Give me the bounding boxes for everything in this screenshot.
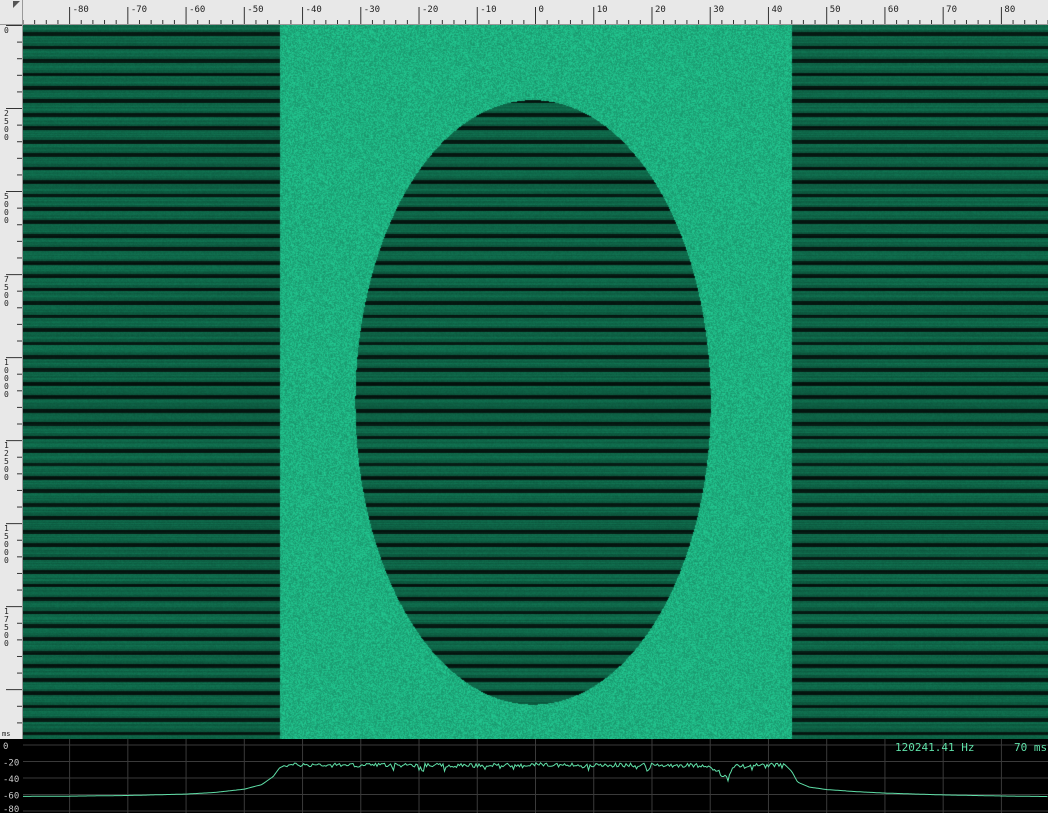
spectrum-db-tick-label: 0 — [3, 742, 8, 752]
freq-tick-label: 50 — [830, 5, 841, 15]
freq-tick-label: -50 — [247, 5, 263, 15]
spectrogram-canvas[interactable] — [23, 25, 1048, 739]
freq-tick-label: 20 — [655, 5, 666, 15]
spectrum-db-tick-label: -60 — [3, 792, 19, 802]
freq-tick-label: 40 — [771, 5, 782, 15]
freq-tick-label: 60 — [888, 5, 899, 15]
time-tick-label: 5000 — [4, 192, 9, 225]
time-tick-label: 2500 — [4, 109, 9, 142]
spectrum-db-tick-label: -80 — [3, 805, 19, 813]
time-tick-label: 17500 — [4, 607, 9, 648]
spectrogram-window: -80 -70 -60 -50 -40 -30 -20 -10 0 10 20 30 40 50 60 70 8… — [0, 0, 1048, 813]
freq-tick-label: -70 — [131, 5, 147, 15]
time-tick-label: 0 — [4, 26, 9, 35]
freq-tick-label: -60 — [189, 5, 205, 15]
ruler-corner-marker — [13, 1, 20, 8]
freq-tick-label: -10 — [480, 5, 496, 15]
frequency-ruler[interactable]: -80 -70 -60 -50 -40 -30 -20 -10 0 10 20 30 40 50 60 70 8… — [23, 0, 1048, 25]
time-ruler[interactable]: 0 2 5 0 0 5 0 0 0 7 5 0 0 1 0 0 0 0 1 2 5 0 0 1 5 0 0 0 1 7 5 0 0 ms — [0, 25, 23, 739]
freq-tick-label: -20 — [422, 5, 438, 15]
freq-tick-label: 0 — [539, 5, 544, 15]
cursor-time-readout: 70 ms — [1014, 741, 1048, 754]
cursor-frequency-readout: 120241.41 Hz — [895, 741, 975, 754]
freq-tick-label: -30 — [364, 5, 380, 15]
freq-tick-label: 10 — [597, 5, 608, 15]
time-tick-label: 7500 — [4, 275, 9, 308]
spectrum-panel[interactable]: 0 -20 -40 -60 -80 — [0, 739, 1048, 813]
freq-tick-label: 30 — [713, 5, 724, 15]
freq-tick-label: 70 — [946, 5, 957, 15]
spectrum-db-tick-label: -20 — [3, 759, 19, 769]
time-tick-label: 12500 — [4, 441, 9, 482]
freq-tick-label: -80 — [73, 5, 89, 15]
time-tick-label: 15000 — [4, 524, 9, 565]
time-unit-label: ms — [2, 730, 10, 738]
ruler-corner — [0, 0, 23, 25]
spectrum-db-tick-label: -40 — [3, 775, 19, 785]
time-tick-label: 10000 — [4, 358, 9, 399]
freq-tick-label: -40 — [306, 5, 322, 15]
freq-tick-label: 80 — [1004, 5, 1015, 15]
